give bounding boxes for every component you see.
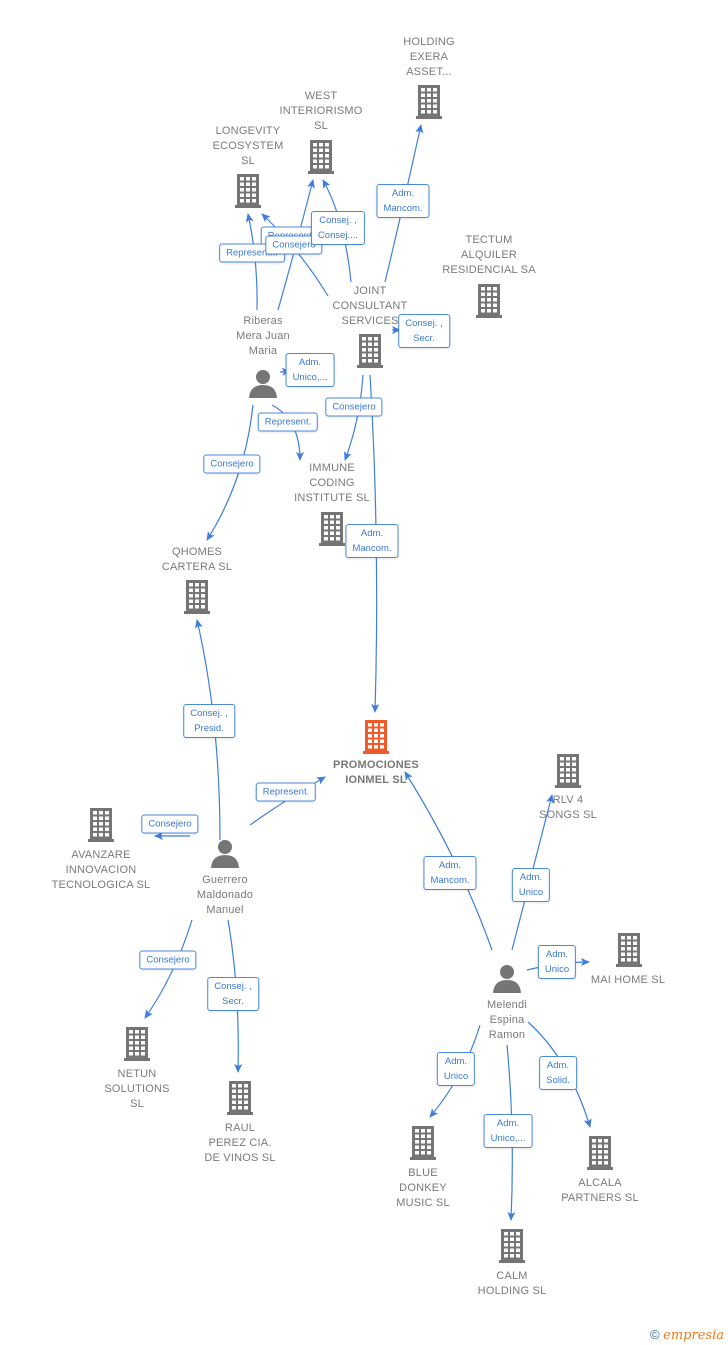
building-icon[interactable]	[235, 174, 261, 213]
edge-label-melendi-maihome[interactable]: Adm. Unico	[537, 945, 577, 979]
building-icon[interactable]	[555, 754, 581, 793]
empresia-logo: empresia	[663, 1328, 724, 1343]
edge-label-joint-tectum[interactable]: Consej. , Secr.	[398, 314, 450, 348]
building-icon[interactable]	[227, 1081, 253, 1120]
building-icon[interactable]	[124, 1027, 150, 1066]
node-label-alcala[interactable]: ALCALA PARTNERS SL	[561, 1176, 639, 1206]
edge-label-riberas-qhomes[interactable]: Consejero	[203, 454, 261, 474]
edge-label-melendi-alcala[interactable]: Adm. Solid.	[539, 1056, 577, 1090]
edge-label-melendi-bluedonkey[interactable]: Adm. Unico	[436, 1052, 476, 1086]
edge-label-riberas-immune[interactable]: Represent.	[257, 412, 319, 432]
building-icon[interactable]	[476, 284, 502, 323]
edge-label-guerrero-avanzare[interactable]: Consejero	[141, 814, 199, 834]
edge-label-joint-west[interactable]: Consej. , Consej....	[310, 211, 366, 245]
node-label-avanzare[interactable]: AVANZARE INNOVACION TECNOLOGICA SL	[52, 848, 151, 893]
node-label-longevity[interactable]: LONGEVITY ECOSYSTEM SL	[213, 124, 284, 169]
person-icon[interactable]	[492, 963, 522, 998]
edge-label-guerrero-raul[interactable]: Consej. , Secr.	[207, 977, 259, 1011]
node-label-qhomes[interactable]: QHOMES CARTERA SL	[162, 545, 232, 575]
node-label-guerrero[interactable]: Guerrero Maldonado Manuel	[197, 873, 253, 918]
node-label-melendi[interactable]: Melendi Espina Ramon	[487, 998, 527, 1043]
node-label-promociones[interactable]: PROMOCIONES IONMEL SL	[333, 758, 419, 788]
node-label-calm[interactable]: CALM HOLDING SL	[478, 1269, 547, 1299]
building-icon[interactable]	[410, 1126, 436, 1165]
edge-label-guerrero-qhomes[interactable]: Consej. , Presid.	[183, 704, 235, 738]
node-label-riberas[interactable]: Riberas Mera Juan Maria	[236, 314, 290, 359]
edge-label-joint-immune[interactable]: Consejero	[325, 397, 383, 417]
edge-layer	[144, 124, 592, 1221]
node-label-joint[interactable]: JOINT CONSULTANT SERVICES	[333, 284, 408, 329]
building-icon[interactable]	[363, 720, 389, 759]
edge-label-joint-holding_exera[interactable]: Adm. Mancom.	[376, 184, 430, 218]
edge-label-joint-promociones[interactable]: Adm. Mancom.	[345, 524, 399, 558]
edge-label-melendi-rlv[interactable]: Adm. Unico	[511, 868, 551, 902]
node-label-bluedonkey[interactable]: BLUE DONKEY MUSIC SL	[396, 1166, 450, 1211]
copyright-icon: ©	[649, 1327, 660, 1342]
edge-joint-immune	[344, 374, 364, 461]
node-label-raul[interactable]: RAUL PEREZ CIA. DE VINOS SL	[204, 1121, 275, 1166]
building-icon[interactable]	[357, 334, 383, 373]
edge-label-riberas-joint[interactable]: Adm. Unico,...	[285, 353, 335, 387]
person-icon[interactable]	[248, 368, 278, 403]
node-label-west[interactable]: WEST INTERIORISMO SL	[279, 89, 362, 134]
node-label-netun[interactable]: NETUN SOLUTIONS SL	[104, 1067, 169, 1112]
building-icon[interactable]	[616, 933, 642, 972]
node-label-rlv[interactable]: RLV 4 SONGS SL	[539, 793, 597, 823]
edge-label-guerrero-netun[interactable]: Consejero	[139, 950, 197, 970]
node-label-holding_exera[interactable]: HOLDING EXERA ASSET...	[403, 35, 455, 80]
node-label-tectum[interactable]: TECTUM ALQUILER RESIDENCIAL SA	[442, 233, 535, 278]
building-icon[interactable]	[88, 808, 114, 847]
building-icon[interactable]	[184, 580, 210, 619]
person-icon[interactable]	[210, 838, 240, 873]
building-icon[interactable]	[587, 1136, 613, 1175]
building-icon[interactable]	[319, 512, 345, 551]
node-label-immune[interactable]: IMMUNE CODING INSTITUTE SL	[294, 461, 370, 506]
edge-label-guerrero-promociones[interactable]: Represent.	[255, 782, 317, 802]
node-label-maihome[interactable]: MAI HOME SL	[591, 973, 665, 988]
edge-label-melendi-promociones[interactable]: Adm. Mancom.	[423, 856, 477, 890]
edge-label-melendi-calm[interactable]: Adm. Unico,...	[483, 1114, 533, 1148]
building-icon[interactable]	[416, 85, 442, 124]
building-icon[interactable]	[308, 140, 334, 179]
building-icon[interactable]	[499, 1229, 525, 1268]
footer-brand: © empresia	[650, 1327, 724, 1343]
